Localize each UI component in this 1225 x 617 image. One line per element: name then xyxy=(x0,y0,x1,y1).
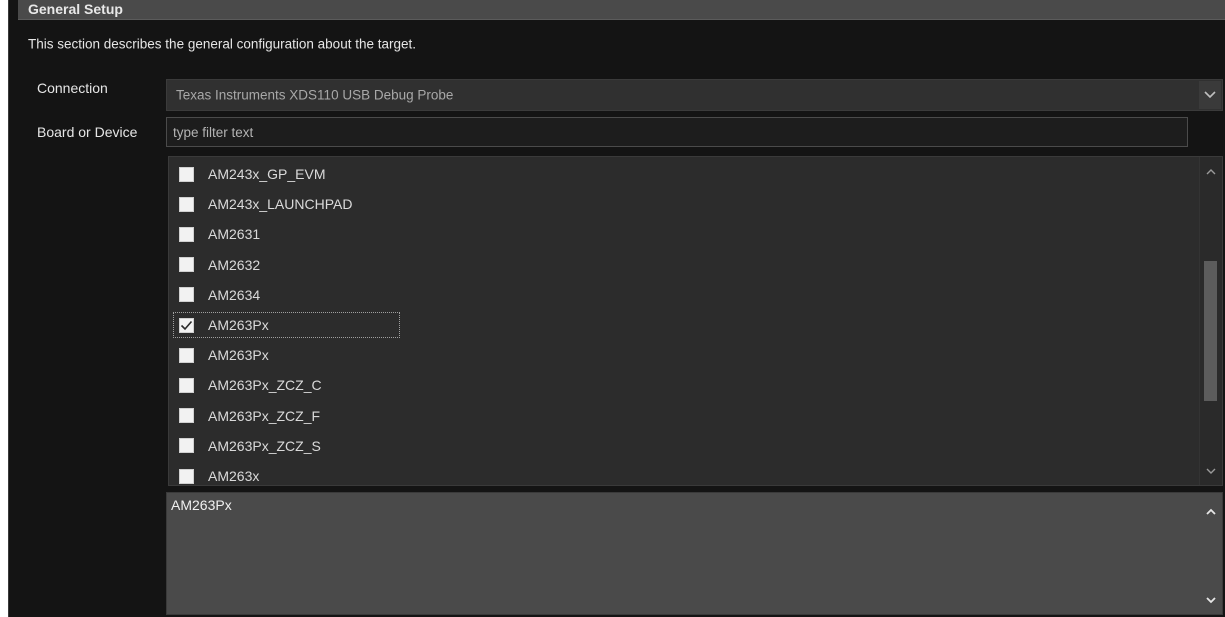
section-header: General Setup xyxy=(18,0,1225,20)
section-title: General Setup xyxy=(28,1,123,17)
general-setup-panel: General Setup This section describes the… xyxy=(0,0,1225,617)
chevron-up-icon[interactable] xyxy=(1200,161,1221,181)
device-checkbox[interactable] xyxy=(179,196,194,212)
device-list-item[interactable]: AM263Px_ZCZ_F xyxy=(179,403,320,429)
device-list-item[interactable]: AM2634 xyxy=(179,282,260,308)
device-checkbox[interactable] xyxy=(179,166,194,182)
section-description: This section describes the general confi… xyxy=(28,36,416,52)
chevron-down-icon[interactable] xyxy=(1200,461,1221,481)
connection-dropdown[interactable]: Texas Instruments XDS110 USB Debug Probe xyxy=(166,79,1223,111)
device-list-item[interactable]: AM243x_GP_EVM xyxy=(179,161,326,187)
chevron-down-icon[interactable] xyxy=(1200,590,1221,610)
device-checkbox[interactable] xyxy=(179,468,194,484)
board-filter-input[interactable] xyxy=(166,117,1188,147)
device-list[interactable]: AM243x_GP_EVM AM243x_LAUNCHPAD AM2631 AM263… xyxy=(168,156,1223,486)
device-label: AM263Px_ZCZ_S xyxy=(208,437,321,454)
device-label: AM263Px xyxy=(208,347,269,364)
device-list-item[interactable]: AM263Px_ZCZ_S xyxy=(179,433,321,459)
device-label: AM2634 xyxy=(208,286,261,303)
details-scrollbar[interactable] xyxy=(1200,493,1222,614)
device-checkbox[interactable] xyxy=(179,287,194,303)
chevron-down-icon[interactable] xyxy=(1199,81,1221,109)
device-list-scrollbar[interactable] xyxy=(1199,157,1222,485)
device-list-item[interactable]: AM2632 xyxy=(179,252,260,278)
device-checkbox[interactable] xyxy=(179,377,194,393)
device-label: AM2632 xyxy=(208,256,261,273)
connection-label: Connection xyxy=(37,80,108,96)
device-checkbox[interactable] xyxy=(179,226,194,242)
device-checkbox[interactable] xyxy=(179,438,194,454)
board-or-device-label: Board or Device xyxy=(37,124,138,140)
device-label: AM263Px xyxy=(208,317,269,333)
device-checkbox[interactable] xyxy=(179,257,194,273)
connection-value: Texas Instruments XDS110 USB Debug Probe xyxy=(176,87,454,103)
device-label: AM2631 xyxy=(208,226,261,243)
device-details-box[interactable]: AM263Px xyxy=(166,492,1223,615)
device-label: AM263Px_ZCZ_C xyxy=(208,377,322,394)
device-list-item[interactable]: AM2631 xyxy=(179,221,260,247)
device-list-item[interactable]: AM263Px_ZCZ_C xyxy=(179,372,322,398)
device-label: AM243x_LAUNCHPAD xyxy=(208,196,353,213)
device-label: AM263Px_ZCZ_F xyxy=(208,407,321,424)
left-margin xyxy=(0,0,8,617)
device-label: AM263x xyxy=(208,468,260,484)
chevron-up-icon[interactable] xyxy=(1200,501,1221,521)
scrollbar-thumb[interactable] xyxy=(1204,261,1217,401)
device-checkbox[interactable] xyxy=(179,317,194,333)
device-checkbox[interactable] xyxy=(179,408,194,424)
device-list-item[interactable]: AM263x xyxy=(179,463,260,485)
device-details-text: AM263Px xyxy=(171,497,232,513)
device-label: AM243x_GP_EVM xyxy=(208,166,326,182)
device-list-item[interactable]: AM263Px xyxy=(179,342,269,368)
device-list-item[interactable]: AM243x_LAUNCHPAD xyxy=(179,191,352,217)
device-checkbox[interactable] xyxy=(179,347,194,363)
check-icon xyxy=(180,320,193,330)
device-list-item[interactable]: AM263Px xyxy=(173,312,400,338)
